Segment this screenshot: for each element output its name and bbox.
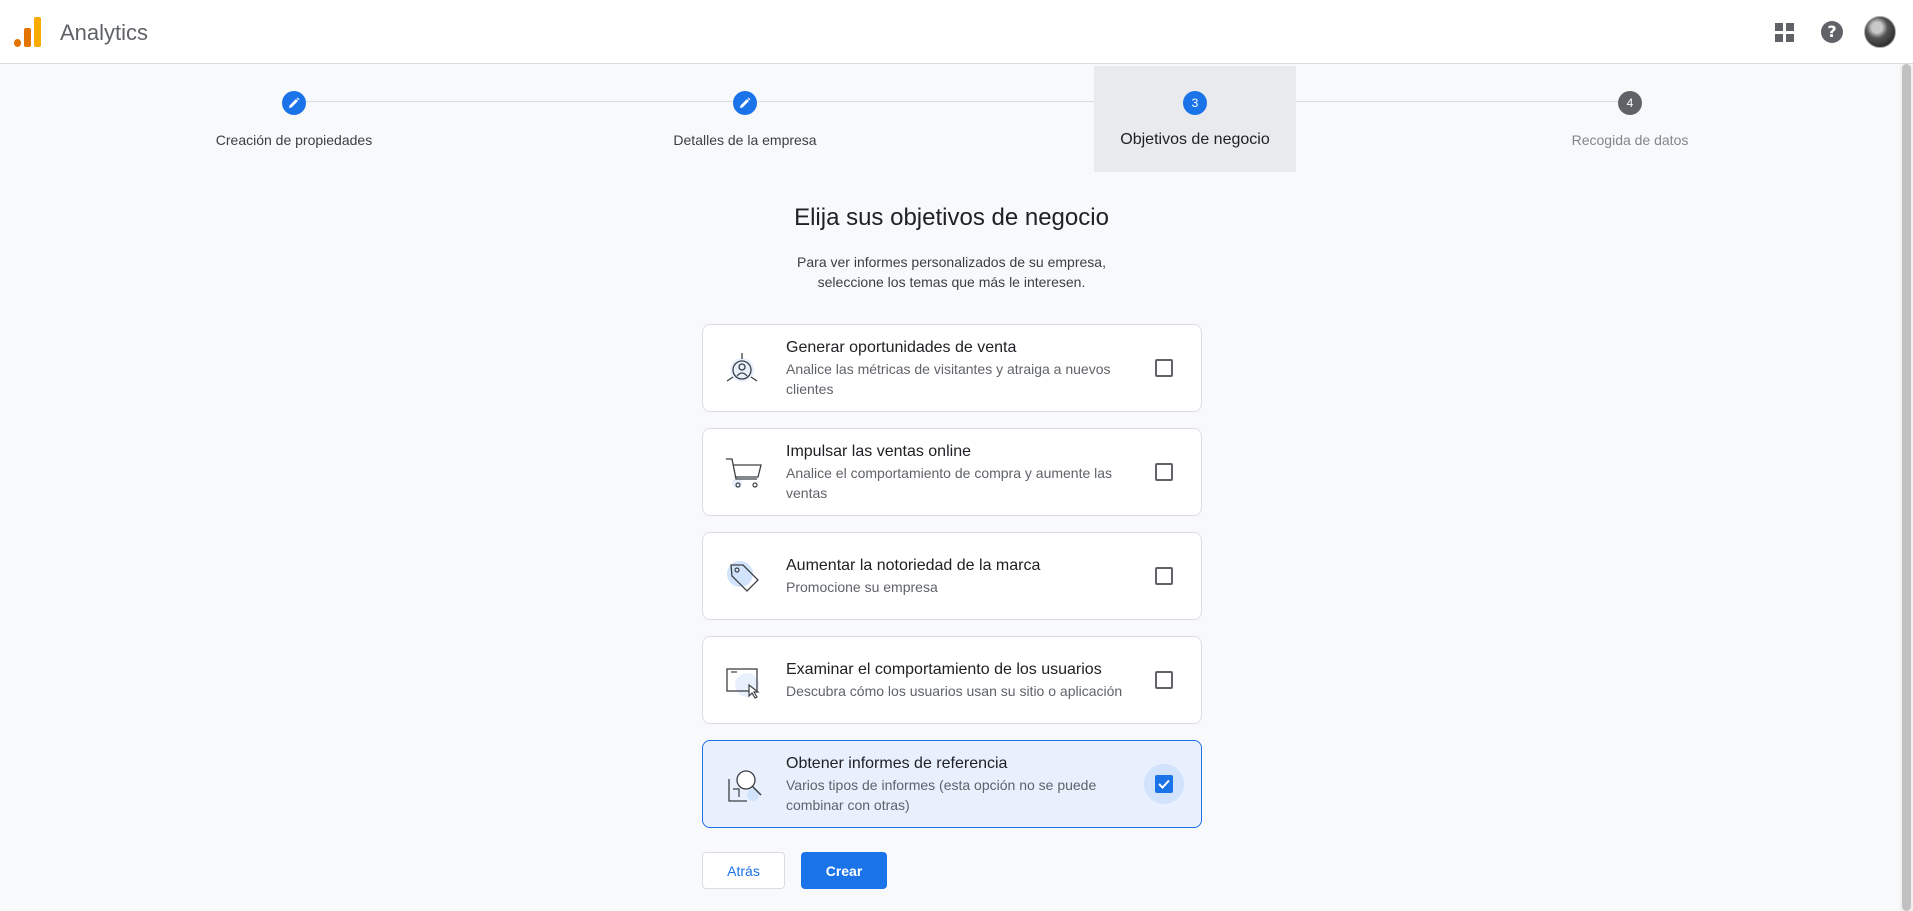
scrollbar-thumb[interactable] — [1902, 64, 1911, 911]
option-title: Generar oportunidades de venta — [786, 339, 1017, 356]
step-business-details[interactable]: Detalles de la empresa — [640, 66, 850, 172]
option-description: Analice las métricas de visitantes y atr… — [786, 361, 1111, 397]
option-title: Obtener informes de referencia — [786, 755, 1008, 772]
step-number-badge: 3 — [1183, 91, 1207, 115]
option-title: Examinar el comportamiento de los usuari… — [786, 661, 1102, 678]
step-property-creation[interactable]: Creación de propiedades — [189, 66, 399, 172]
step-number-badge: 4 — [1618, 91, 1642, 115]
cart-icon — [725, 455, 765, 491]
edit-pencil-icon — [282, 91, 306, 115]
setup-stepper: Creación de propiedades Detalles de la e… — [0, 64, 1900, 174]
option-description: Analice el comportamiento de compra y au… — [786, 465, 1113, 501]
page-subtitle: Para ver informes personalizados de su e… — [0, 252, 1903, 292]
option-checkbox-checked[interactable] — [1155, 775, 1173, 793]
checkmark-icon — [1158, 779, 1170, 789]
option-checkbox[interactable] — [1155, 567, 1173, 585]
option-checkbox[interactable] — [1155, 671, 1173, 689]
option-checkbox[interactable] — [1155, 463, 1173, 481]
step-label: Recogida de datos — [1571, 132, 1689, 148]
option-title: Impulsar las ventas online — [786, 443, 971, 460]
back-button[interactable]: Atrás — [702, 852, 785, 889]
step-label: Detalles de la empresa — [673, 132, 817, 148]
help-icon[interactable]: ? — [1816, 16, 1848, 48]
page-title: Elija sus objetivos de negocio — [794, 204, 1109, 231]
edit-pencil-icon — [733, 91, 757, 115]
leads-icon — [725, 351, 765, 387]
subtitle-line: Para ver informes personalizados de su e… — [797, 254, 1106, 270]
objective-option-brand-awareness[interactable]: Aumentar la notoriedad de la marca Promo… — [702, 532, 1202, 620]
option-checkbox[interactable] — [1155, 359, 1173, 377]
subtitle-line: seleccione los temas que más le interese… — [817, 274, 1086, 290]
top-app-bar: Analytics ? — [0, 0, 1913, 64]
step-data-collection[interactable]: 4 Recogida de datos — [1525, 66, 1735, 172]
step-business-objectives[interactable]: 3 Objetivos de negocio — [1094, 66, 1296, 172]
avatar[interactable] — [1864, 16, 1896, 48]
objective-option-user-behavior[interactable]: Examinar el comportamiento de los usuari… — [702, 636, 1202, 724]
apps-grid-icon[interactable] — [1768, 16, 1800, 48]
step-label: Objetivos de negocio — [1120, 131, 1270, 148]
app-title[interactable]: Analytics — [60, 20, 148, 46]
option-title: Aumentar la notoriedad de la marca — [786, 557, 1041, 574]
magnifier-report-icon — [725, 767, 765, 803]
page-scrollbar[interactable] — [1900, 64, 1913, 911]
tag-icon — [725, 559, 765, 595]
objective-option-reference-reports[interactable]: Obtener informes de referencia Varios ti… — [702, 740, 1202, 828]
option-description: Descubra cómo los usuarios usan su sitio… — [786, 683, 1123, 699]
objective-option-leads[interactable]: Generar oportunidades de venta Analice l… — [702, 324, 1202, 412]
screen-cursor-icon — [725, 663, 765, 699]
objective-option-online-sales[interactable]: Impulsar las ventas online Analice el co… — [702, 428, 1202, 516]
create-button[interactable]: Crear — [801, 852, 887, 889]
step-label: Creación de propiedades — [215, 132, 373, 148]
option-description: Varios tipos de informes (esta opción no… — [786, 777, 1097, 813]
option-description: Promocione su empresa — [786, 579, 938, 595]
stepper-connector — [294, 101, 1629, 102]
analytics-logo-icon[interactable] — [14, 17, 42, 47]
